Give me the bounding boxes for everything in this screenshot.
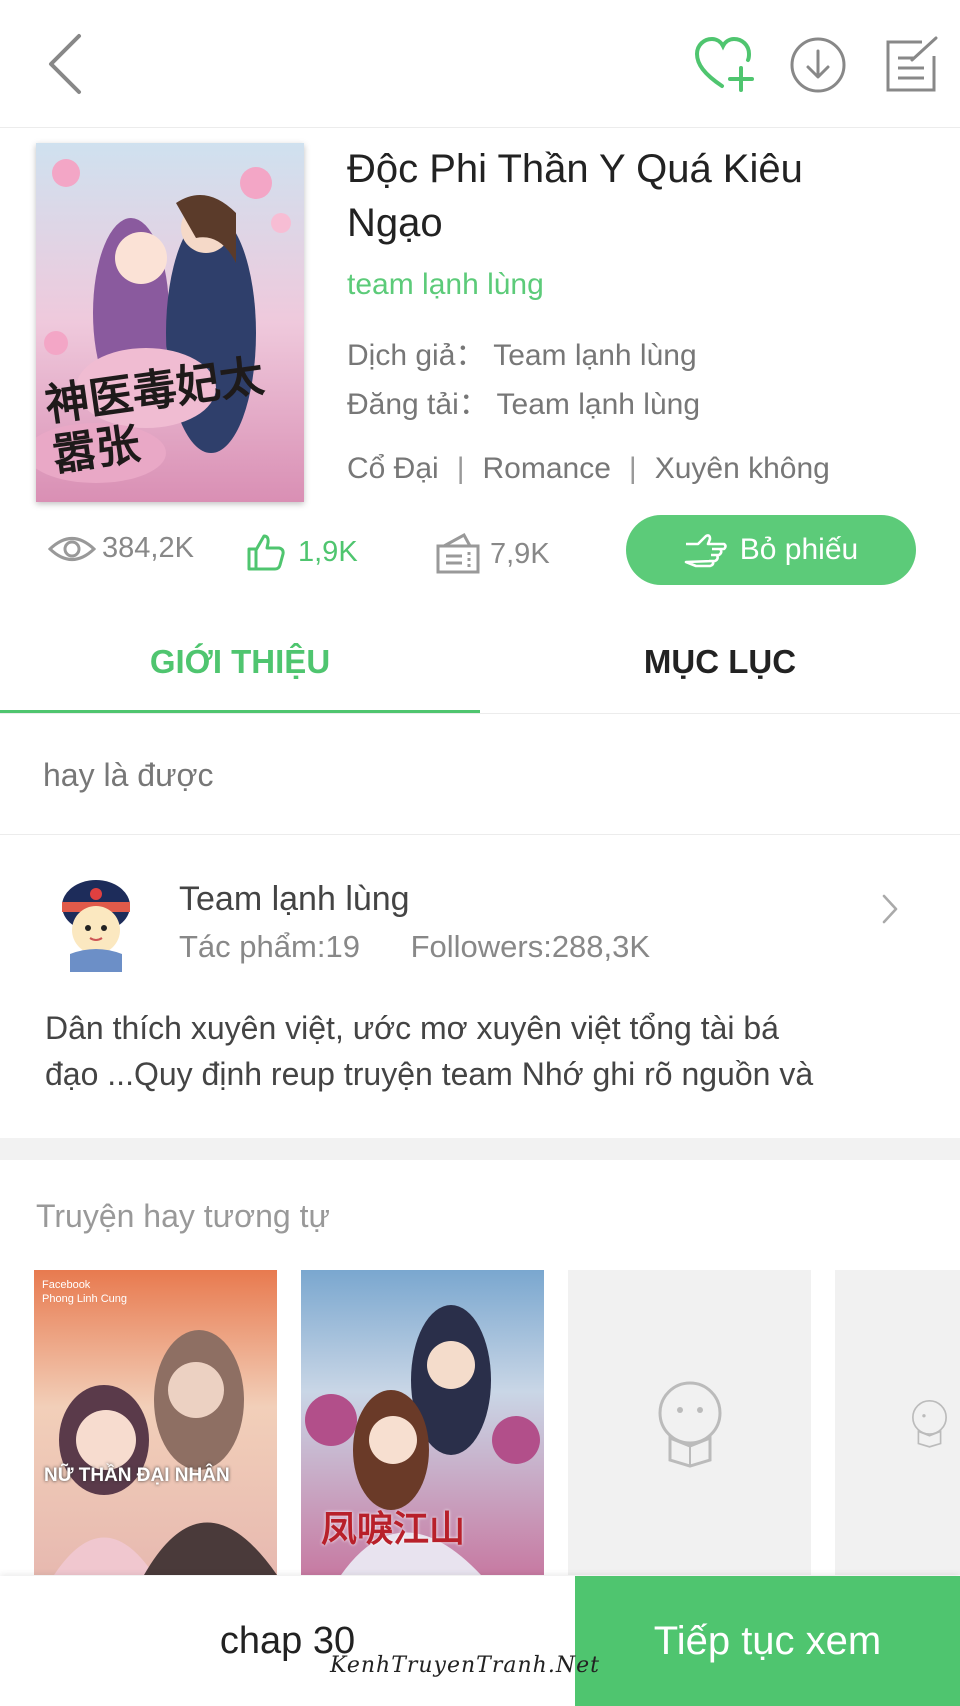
download-button[interactable] [783,30,853,100]
tag-list: Cổ Đại | Romance | Xuyên không [347,452,830,486]
views-count: 384,2K [102,532,194,564]
intro-text: hay là được [43,757,214,793]
back-button[interactable] [30,26,100,102]
tag-separator: | [628,452,637,485]
tag-item[interactable]: Romance [483,452,611,486]
translator-label: Dịch giả： [347,339,486,372]
author-chevron-button[interactable] [880,893,900,930]
tab-intro[interactable]: GIỚI THIỆU [0,622,480,702]
tag-item[interactable]: Xuyên không [655,452,830,486]
author-name[interactable]: Team lạnh lùng [179,880,410,919]
book-title: Độc Phi Thần Y Quá Kiêu Ngạo [347,147,803,245]
vote-button[interactable]: Bỏ phiếu [626,515,916,585]
placeholder-ghost-icon [658,1381,721,1468]
similar-item[interactable]: Facebook Phong Linh Cung NỮ THẦN ĐẠI NHÂ… [34,1270,277,1575]
translator-line: Dịch giả： Team lạnh lùng [347,330,697,374]
back-chevron-icon [49,34,81,94]
uploader-label: Đăng tải： [347,388,489,421]
views-stat: 384,2K [48,532,194,565]
author-works: Tác phẩm:19 [179,929,360,964]
tickets-count: 7,9K [490,537,550,570]
chevron-right-icon [882,894,898,924]
tag-separator: | [456,452,465,485]
uploader-line: Đăng tải： Team lạnh lùng [347,379,700,423]
favorite-button[interactable] [690,30,760,100]
book-cover: 神医毒妃太嚣张 [36,143,304,502]
download-icon [790,37,846,93]
eye-icon [48,536,96,561]
author-description-line1: Dân thích xuyên việt, ước mơ xuyên việt … [45,1010,779,1046]
author-followers: Followers:288,3K [410,929,651,964]
tickets-stat: 7,9K [434,532,550,576]
ticket-icon [436,532,480,574]
similar-section-title: Truyện hay tương tự [36,1198,330,1234]
cover-caption-line1: Facebook [42,1279,91,1291]
similar-cover-title: NỮ THẦN ĐẠI NHÂN [44,1465,230,1486]
likes-stat[interactable]: 1,9K [246,532,358,572]
likes-count: 1,9K [298,535,358,568]
hand-pointer-icon [684,534,727,568]
author-stats: Tác phẩm:19 Followers:288,3K [179,929,650,965]
similar-item-placeholder[interactable] [835,1270,960,1575]
tag-item[interactable]: Cổ Đại [347,452,439,486]
continue-reading-button[interactable]: Tiếp tục xem [575,1576,960,1706]
section-separator [0,1138,960,1160]
similar-cover-title: 凤唳江山 [321,1508,466,1550]
watermark: KenhTruyenTranh.Net [330,1653,600,1678]
similar-cover-art [54,1330,277,1575]
heart-plus-icon [694,36,754,92]
similar-item[interactable]: 凤唳江山 [301,1270,544,1575]
tab-table-of-contents[interactable]: MỤC LỤC [480,622,960,702]
similar-item-placeholder[interactable] [568,1270,811,1575]
avatar-illustration [62,880,130,972]
uploader-name: Team lạnh lùng [496,388,701,421]
author-avatar[interactable] [56,872,136,972]
vote-label: Bỏ phiếu [739,533,859,566]
team-link[interactable]: team lạnh lùng [347,268,544,302]
cover-caption-line2: Phong Linh Cung [42,1293,128,1305]
edit-icon [886,36,938,92]
similar-cover-caption: Facebook Phong Linh Cung [42,1278,127,1306]
section-divider [0,834,960,835]
tab-divider [0,713,960,714]
translator-name: Team lạnh lùng [493,339,697,372]
placeholder-ghost-icon [912,1399,947,1448]
edit-button[interactable] [876,30,946,100]
author-description: Dân thích xuyên việt, ước mơ xuyên việt … [45,1005,915,1097]
author-description-line2: đạo ...Quy định reup truyện team Nhớ ghi… [45,1056,814,1092]
current-chapter[interactable]: chap 30 [0,1576,575,1706]
top-bar [0,0,960,128]
thumbs-up-icon [247,534,285,571]
